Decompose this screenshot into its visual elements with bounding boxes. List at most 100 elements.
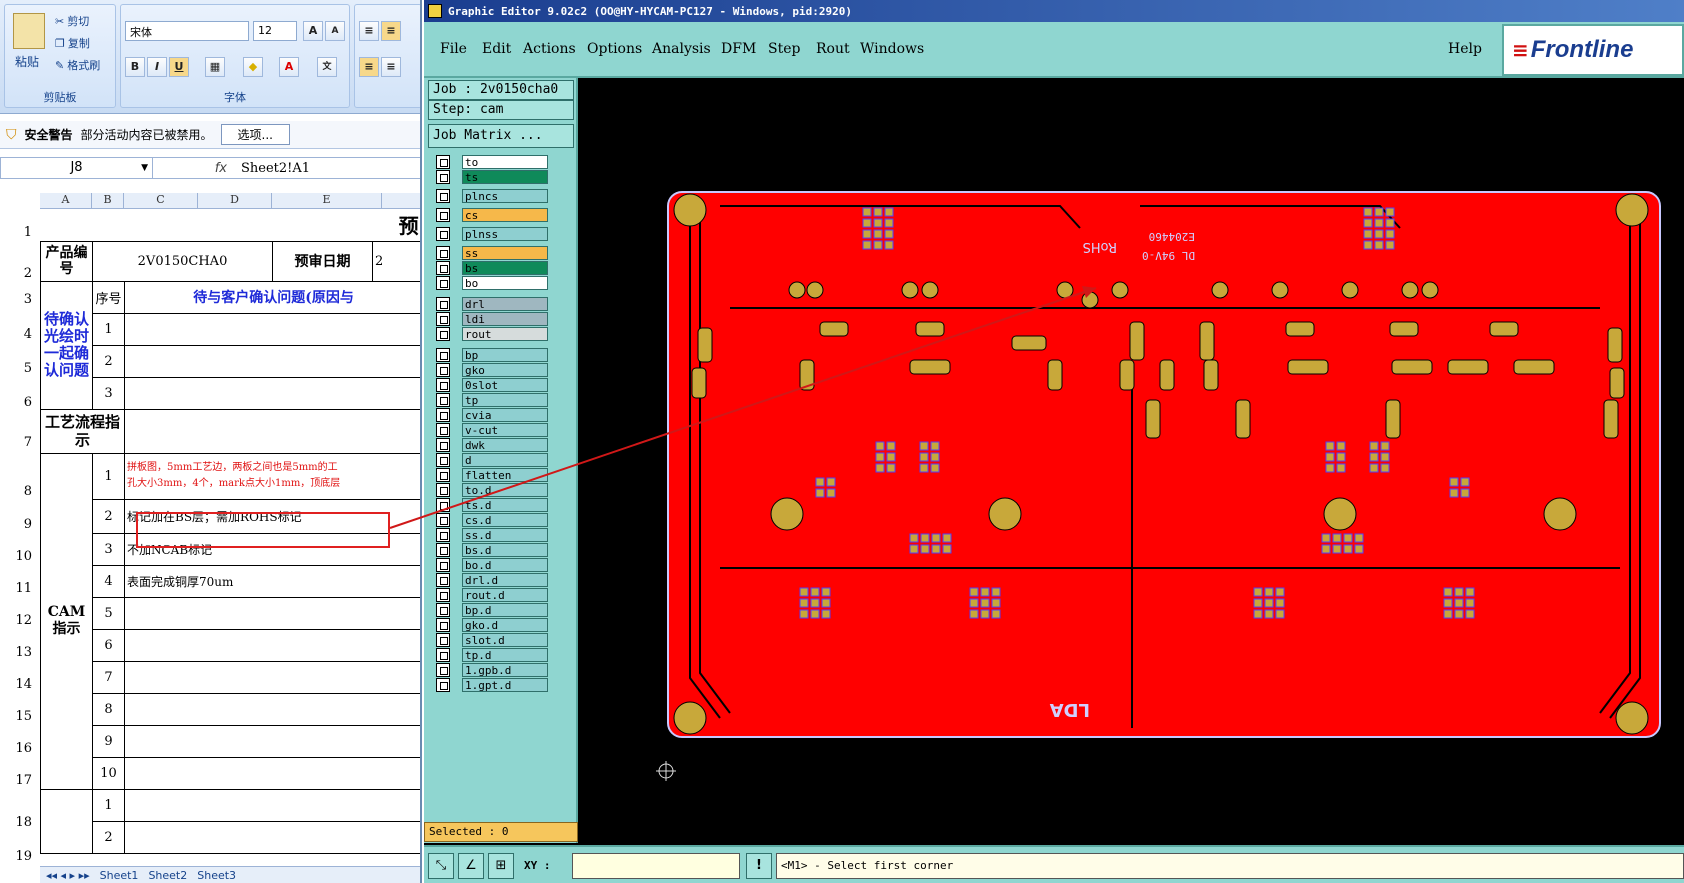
layer-checkbox[interactable] bbox=[436, 558, 450, 572]
row-header[interactable]: 13 bbox=[0, 645, 40, 660]
seq-cell[interactable]: 8 bbox=[92, 692, 125, 726]
layer-checkbox[interactable] bbox=[436, 155, 450, 169]
layer-checkbox[interactable] bbox=[436, 208, 450, 222]
layer-row-bs[interactable]: bs bbox=[432, 260, 550, 276]
layer-row-0slot[interactable]: 0slot bbox=[432, 377, 550, 393]
layer-checkbox[interactable] bbox=[436, 453, 450, 467]
align-left-button[interactable]: ≡ bbox=[359, 57, 379, 77]
name-box[interactable]: J8 ▼ bbox=[1, 158, 153, 178]
layer-name[interactable]: 0slot bbox=[462, 378, 548, 392]
layer-name[interactable]: dwk bbox=[462, 438, 548, 452]
seq-cell[interactable]: 4 bbox=[92, 564, 125, 598]
seq-cell[interactable]: 9 bbox=[92, 724, 125, 758]
layer-checkbox[interactable] bbox=[436, 423, 450, 437]
layer-checkbox[interactable] bbox=[436, 227, 450, 241]
layer-checkbox[interactable] bbox=[436, 618, 450, 632]
row-header[interactable]: 18 bbox=[0, 815, 40, 830]
layer-checkbox[interactable] bbox=[436, 348, 450, 362]
layer-row-gko[interactable]: gko bbox=[432, 362, 550, 378]
cam-item[interactable] bbox=[123, 692, 420, 726]
layer-row-plncs[interactable]: plncs bbox=[432, 188, 550, 204]
layer-row-1.gpb.d[interactable]: 1.gpb.d bbox=[432, 662, 550, 678]
row-header[interactable]: 17 bbox=[0, 773, 40, 788]
layer-checkbox[interactable] bbox=[436, 498, 450, 512]
row-header[interactable]: 14 bbox=[0, 677, 40, 692]
layer-name[interactable]: 1.gpt.d bbox=[462, 678, 548, 692]
layer-name[interactable]: ts bbox=[462, 170, 548, 184]
row-header[interactable]: 15 bbox=[0, 709, 40, 724]
layer-name[interactable]: plncs bbox=[462, 189, 548, 203]
seq-cell[interactable]: 7 bbox=[92, 660, 125, 694]
formula-input[interactable]: Sheet2!A1 bbox=[233, 161, 310, 176]
seq-cell[interactable]: 1 bbox=[92, 312, 125, 346]
layer-row-tp[interactable]: tp bbox=[432, 392, 550, 408]
cam-item[interactable] bbox=[123, 788, 420, 822]
fx-button[interactable]: fx bbox=[153, 161, 233, 176]
border-button[interactable]: ▦ bbox=[205, 57, 225, 77]
layer-name[interactable]: to.d bbox=[462, 483, 548, 497]
tab-sheet3[interactable]: Sheet3 bbox=[197, 869, 236, 882]
layer-checkbox[interactable] bbox=[436, 246, 450, 260]
layer-name[interactable]: ss.d bbox=[462, 528, 548, 542]
row-header[interactable]: 12 bbox=[0, 613, 40, 628]
layer-name[interactable]: gko.d bbox=[462, 618, 548, 632]
layer-row-drl[interactable]: drl bbox=[432, 296, 550, 312]
layer-name[interactable]: drl.d bbox=[462, 573, 548, 587]
row-header[interactable]: 10 bbox=[0, 549, 40, 564]
layer-name[interactable]: ts.d bbox=[462, 498, 548, 512]
layer-name[interactable]: ss bbox=[462, 246, 548, 260]
row-header[interactable]: 3 bbox=[0, 292, 40, 307]
product-code-cell[interactable]: 2V0150CHA0 bbox=[92, 240, 273, 282]
grow-font-button[interactable]: A bbox=[303, 21, 323, 41]
layer-checkbox[interactable] bbox=[436, 363, 450, 377]
row-header[interactable]: 6 bbox=[0, 395, 40, 410]
layer-row-dwk[interactable]: dwk bbox=[432, 437, 550, 453]
confirm-item[interactable] bbox=[123, 376, 420, 410]
pcb-graphic[interactable]: RoHS E204460 DL 94V-0 LDA bbox=[580, 78, 1684, 843]
layer-row-bp[interactable]: bp bbox=[432, 347, 550, 363]
layer-name[interactable]: bp.d bbox=[462, 603, 548, 617]
tab-sheet2[interactable]: Sheet2 bbox=[148, 869, 187, 882]
seq-cell[interactable]: 3 bbox=[92, 532, 125, 566]
layer-row-ldi[interactable]: ldi bbox=[432, 311, 550, 327]
row-header[interactable]: 4 bbox=[0, 327, 40, 342]
layer-row-bo[interactable]: bo bbox=[432, 275, 550, 291]
layer-checkbox[interactable] bbox=[436, 438, 450, 452]
layer-name[interactable]: bo bbox=[462, 276, 548, 290]
confirm-header[interactable]: 待与客户确认问题(原因与 bbox=[123, 280, 420, 314]
confirm-label[interactable]: 待确认光绘时一起确认问题 bbox=[40, 280, 93, 410]
layer-name[interactable]: gko bbox=[462, 363, 548, 377]
cam-label[interactable]: CAM指示 bbox=[40, 452, 93, 790]
seq-label[interactable]: 序号 bbox=[92, 280, 125, 314]
seq-cell[interactable]: 3 bbox=[92, 376, 125, 410]
seq-cell[interactable]: 2 bbox=[92, 344, 125, 378]
column-header-c[interactable]: C bbox=[124, 193, 198, 209]
layer-row-bs.d[interactable]: bs.d bbox=[432, 542, 550, 558]
layer-name[interactable]: cs bbox=[462, 208, 548, 222]
copy-button[interactable]: ❐ 复制 bbox=[55, 35, 90, 51]
seq-cell[interactable]: 2 bbox=[92, 820, 125, 854]
layer-name[interactable]: bo.d bbox=[462, 558, 548, 572]
layer-checkbox[interactable] bbox=[436, 276, 450, 290]
layer-row-gko.d[interactable]: gko.d bbox=[432, 617, 550, 633]
seq-cell[interactable]: 1 bbox=[92, 452, 125, 500]
layer-checkbox[interactable] bbox=[436, 603, 450, 617]
align-center-button[interactable]: ≡ bbox=[381, 57, 401, 77]
pcb-canvas[interactable]: RoHS E204460 DL 94V-0 LDA bbox=[580, 78, 1684, 843]
layer-checkbox[interactable] bbox=[436, 170, 450, 184]
layer-checkbox[interactable] bbox=[436, 648, 450, 662]
layer-checkbox[interactable] bbox=[436, 393, 450, 407]
layer-checkbox[interactable] bbox=[436, 678, 450, 692]
grid-icon[interactable]: ⊞ bbox=[488, 853, 514, 879]
phonetic-button[interactable]: 文 bbox=[317, 57, 337, 77]
layer-row-rout[interactable]: rout bbox=[432, 326, 550, 342]
seq-cell[interactable]: 2 bbox=[92, 498, 125, 534]
layer-row-flatten[interactable]: flatten bbox=[432, 467, 550, 483]
menu-help[interactable]: Help bbox=[1448, 41, 1482, 57]
layer-checkbox[interactable] bbox=[436, 588, 450, 602]
column-header-b[interactable]: B bbox=[92, 193, 124, 209]
layer-row-1.gpt.d[interactable]: 1.gpt.d bbox=[432, 677, 550, 693]
cam-item[interactable] bbox=[123, 724, 420, 758]
seq-cell[interactable]: 1 bbox=[92, 788, 125, 822]
layer-checkbox[interactable] bbox=[436, 468, 450, 482]
